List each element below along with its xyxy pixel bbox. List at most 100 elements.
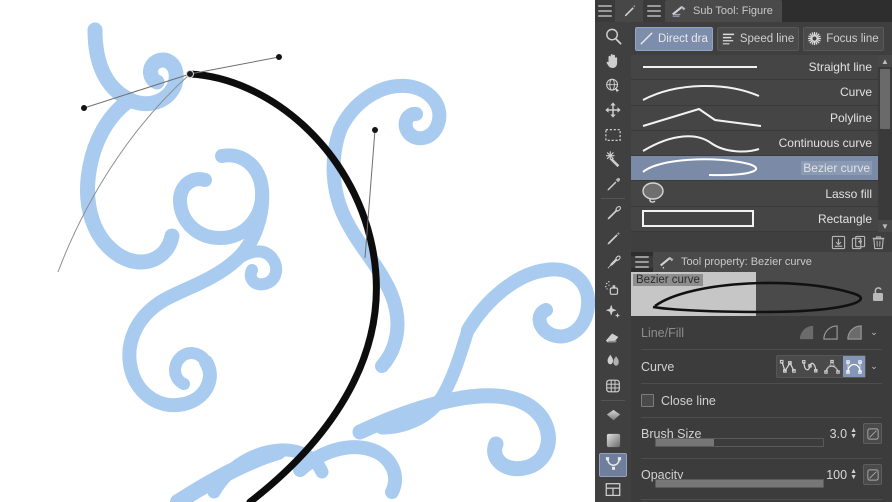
sub-tool-scrollbar[interactable]: ▲ ▼ [878, 55, 892, 232]
zoom-tool[interactable] [597, 24, 629, 49]
fill-tool[interactable] [597, 374, 629, 399]
tool-category-tabs[interactable]: Direct dra Speed line Focus line [631, 22, 892, 55]
scroll-down-button[interactable]: ▼ [878, 220, 892, 232]
blend-drops-icon [607, 355, 619, 367]
rectangle-icon [642, 209, 754, 227]
dashed-rectangle-icon [605, 128, 621, 141]
close-line-checkbox[interactable] [641, 394, 654, 407]
sub-tool-label: Lasso fill [825, 186, 872, 201]
control-handle-1 [276, 54, 282, 60]
auto-select-tool[interactable] [597, 147, 629, 172]
fill-only-icon[interactable] [818, 321, 842, 344]
download-box-icon[interactable] [831, 235, 846, 250]
copy-plus-icon[interactable] [851, 235, 866, 250]
sub-tool-item-rectangle[interactable]: Rectangle [631, 206, 878, 232]
tool-palette-tab[interactable] [615, 0, 643, 22]
gradient-tool[interactable] [597, 403, 629, 428]
sub-tool-menu-button[interactable] [643, 0, 665, 22]
pen-tool[interactable] [597, 201, 629, 226]
tool-property-title: Tool property: Bezier curve [681, 256, 812, 268]
straight-line-icon [643, 66, 757, 68]
curve-mode-group[interactable] [776, 355, 866, 378]
line-fill-chevron-down-icon[interactable]: ⌄ [866, 322, 882, 343]
quadratic-bezier-icon[interactable] [821, 356, 843, 377]
sub-tool-action-bar[interactable] [631, 232, 892, 252]
cubic-bezier-icon[interactable] [843, 356, 865, 377]
pencil-tool[interactable] [597, 226, 629, 251]
close-line-row[interactable]: Close line [641, 384, 882, 418]
gradient-square-tool[interactable] [597, 428, 629, 453]
bucket-grid-icon [606, 379, 620, 393]
brush-size-stepper[interactable]: ▲ ▼ [850, 427, 857, 440]
pencil-icon [607, 231, 620, 245]
move-layer-tool[interactable] [597, 98, 629, 123]
tool-property-menu-button[interactable] [631, 256, 653, 268]
tab-direct-draw[interactable]: Direct dra [635, 26, 713, 51]
line-and-fill-icon[interactable] [842, 321, 866, 344]
opacity-lock-button[interactable] [863, 464, 882, 485]
scrollbar-track[interactable] [878, 67, 892, 220]
sub-tool-item-curve[interactable]: Curve [631, 80, 878, 106]
tool-property-body: Line/Fill ⌄ Curve ⌄ Close line Brush Siz… [631, 316, 892, 502]
brush-size-value[interactable]: 3.0 [830, 427, 847, 441]
spline-node-icon[interactable] [799, 356, 821, 377]
clip-studio-paint-window: Sub Tool: Figure Direct dra Speed line F… [0, 0, 892, 502]
line-fill-label: Line/Fill [641, 325, 685, 340]
decoration-tool[interactable] [597, 300, 629, 325]
sub-tool-item-lasso-fill[interactable]: Lasso fill [631, 181, 878, 207]
selection-tool[interactable] [597, 123, 629, 148]
sub-tool-item-bezier-curve[interactable]: Bezier curve [631, 156, 878, 182]
hamburger-icon [647, 5, 661, 17]
eraser-tool[interactable] [597, 324, 629, 349]
brush-size-slider-track[interactable] [655, 438, 824, 447]
tool-palette[interactable] [595, 22, 631, 502]
left-toolbar-menu-button[interactable] [595, 0, 615, 22]
figure-tool[interactable] [599, 452, 627, 478]
gradient-diamond-icon [606, 409, 620, 421]
bezier-curve-stroke [186, 70, 380, 502]
sub-tool-panel-tab[interactable]: Sub Tool: Figure [665, 0, 782, 22]
hamburger-icon [598, 5, 612, 17]
brush-size-row[interactable]: Brush Size 3.0 ▲ ▼ [641, 418, 882, 459]
sub-tool-list[interactable]: Straight line Curve Polyline Continuous … [631, 55, 892, 232]
dock-title-strip: Sub Tool: Figure [595, 0, 892, 22]
scroll-up-button[interactable]: ▲ [878, 55, 892, 67]
toolbar-divider [601, 400, 625, 402]
tool-property-tab[interactable]: Tool property: Bezier curve [653, 252, 892, 272]
opacity-slider-track[interactable] [655, 479, 824, 488]
opacity-row[interactable]: Opacity 100 ▲ ▼ [641, 459, 882, 500]
lasso-fill-icon [642, 182, 664, 204]
rotate-tool[interactable] [597, 73, 629, 98]
move-canvas-tool[interactable] [597, 49, 629, 74]
blend-tool[interactable] [597, 349, 629, 374]
brush-size-lock-button[interactable] [863, 423, 882, 444]
sub-tool-item-straight-line[interactable]: Straight line [631, 55, 878, 81]
drawing-canvas[interactable] [0, 0, 595, 502]
airbrush-tool[interactable] [597, 275, 629, 300]
eyedropper-tool[interactable] [597, 172, 629, 197]
curve-label: Curve [641, 359, 675, 374]
frame-border-tool[interactable] [597, 477, 629, 502]
opacity-value[interactable]: 100 [826, 468, 847, 482]
handle-line-right [189, 56, 280, 75]
scrollbar-thumb[interactable] [880, 69, 890, 129]
sub-tool-item-polyline[interactable]: Polyline [631, 105, 878, 131]
tab-focus-line[interactable]: Focus line [803, 26, 884, 51]
tool-property-header: Tool property: Bezier curve [631, 252, 892, 272]
trash-icon[interactable] [871, 235, 886, 250]
sub-tool-item-continuous-curve[interactable]: Continuous curve [631, 130, 878, 157]
tab-speed-line[interactable]: Speed line [716, 26, 800, 51]
polyline-node-icon[interactable] [777, 356, 799, 377]
sub-tool-panel-title: Sub Tool: Figure [693, 5, 773, 17]
canvas-artwork [57, 22, 595, 502]
opacity-stepper[interactable]: ▲ ▼ [850, 468, 857, 481]
curve-chevron-down-icon[interactable]: ⌄ [866, 356, 882, 377]
eyedropper-icon [607, 177, 620, 191]
sub-tool-label: Bezier curve [801, 161, 872, 176]
brush-tool[interactable] [597, 251, 629, 276]
line-only-icon[interactable] [794, 321, 818, 344]
rotate-cube-icon [606, 78, 620, 93]
unlocked-padlock-icon[interactable] [870, 285, 886, 303]
bezier-curve-icon [642, 158, 757, 177]
hamburger-icon [635, 256, 649, 268]
